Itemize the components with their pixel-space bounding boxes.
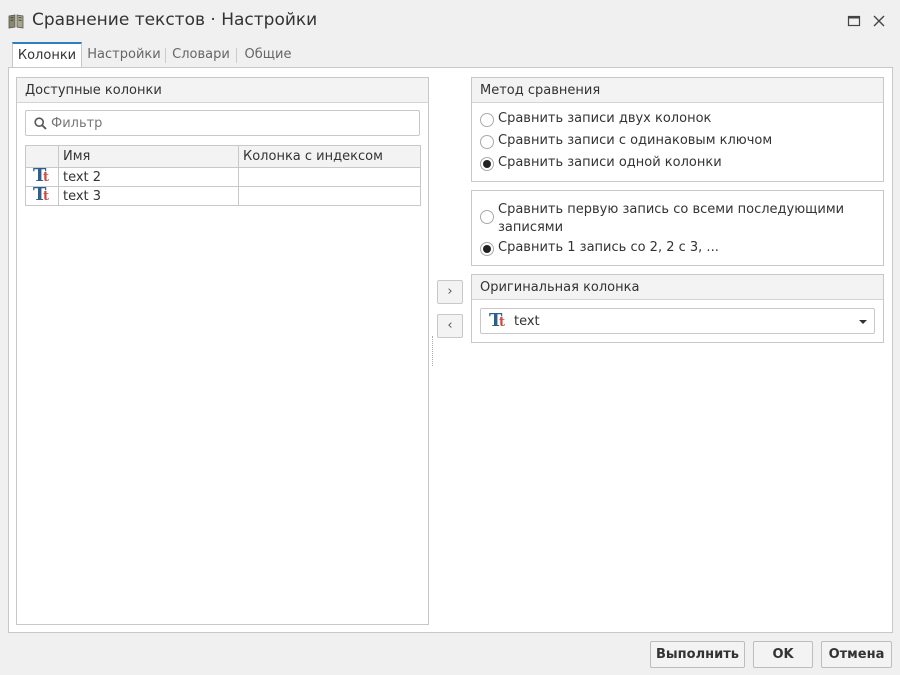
- tab-general[interactable]: Общие: [238, 42, 298, 69]
- maximize-icon[interactable]: [845, 12, 863, 30]
- tab-separator: [236, 48, 237, 63]
- text-type-icon: Tt: [489, 310, 506, 331]
- filter-input[interactable]: [51, 114, 411, 132]
- type-cell: Tt: [25, 186, 59, 206]
- dropdown-value: text: [514, 314, 540, 329]
- tab-columns[interactable]: Колонки: [12, 42, 82, 70]
- column-header-index[interactable]: Колонка с индексом: [238, 145, 421, 168]
- run-button[interactable]: Выполнить: [650, 641, 745, 668]
- tab-dictionaries[interactable]: Словари: [167, 42, 235, 69]
- original-column-header: Оригинальная колонка: [472, 275, 883, 300]
- text-type-icon: Tt: [33, 186, 50, 205]
- text-type-icon: Tt: [33, 167, 50, 186]
- add-column-button[interactable]: ›: [437, 280, 463, 304]
- comparison-method-panel: Метод сравнения Сравнить записи двух кол…: [471, 77, 884, 182]
- table-header-row: Имя Колонка с индексом: [25, 145, 421, 168]
- comparison-method-header: Метод сравнения: [472, 78, 883, 103]
- radio-button-checked[interactable]: [480, 157, 494, 171]
- radio-label: Сравнить записи с одинаковым ключом: [498, 133, 773, 148]
- index-column-cell[interactable]: [238, 167, 421, 187]
- available-columns-header: Доступные колонки: [17, 78, 428, 103]
- table-row[interactable]: Tt text 3: [25, 186, 421, 206]
- search-icon: [34, 117, 47, 130]
- column-header-name[interactable]: Имя: [58, 145, 239, 168]
- radio-label: Сравнить записи двух колонок: [498, 111, 712, 126]
- close-icon[interactable]: [870, 12, 888, 30]
- radio-button-checked[interactable]: [480, 242, 494, 256]
- table-row[interactable]: Tt text 2: [25, 167, 421, 187]
- tab-label: Настройки: [87, 47, 161, 62]
- cancel-button[interactable]: Отмена: [821, 641, 892, 668]
- record-mode-panel: Сравнить первую запись со всеми последую…: [471, 190, 884, 266]
- name-cell: text 2: [58, 167, 239, 187]
- tab-separator: [165, 48, 166, 63]
- remove-column-button[interactable]: ‹: [437, 314, 463, 338]
- name-cell: text 3: [58, 186, 239, 206]
- tab-label: Общие: [244, 47, 292, 62]
- window-title: Сравнение текстов · Настройки: [32, 10, 318, 30]
- radio-button[interactable]: [480, 210, 494, 224]
- book-compare-icon: [8, 14, 24, 29]
- title-bar: Сравнение текстов · Настройки: [0, 0, 900, 42]
- index-column-cell[interactable]: [238, 186, 421, 206]
- chevron-down-icon[interactable]: [859, 320, 867, 324]
- radio-label: Сравнить 1 запись со 2, 2 с 3, ...: [498, 240, 719, 255]
- available-columns-panel: Доступные колонки Имя Колонка с индексом…: [16, 77, 429, 625]
- radio-button[interactable]: [480, 135, 494, 149]
- radio-label: Сравнить первую запись со всеми последую…: [498, 202, 845, 235]
- type-cell: Tt: [25, 167, 59, 187]
- original-column-dropdown[interactable]: Tt text: [480, 308, 875, 334]
- radio-label: Сравнить записи одной колонки: [498, 155, 722, 170]
- tab-label: Словари: [172, 47, 230, 62]
- splitter-handle[interactable]: [432, 336, 433, 366]
- column-header-type: [25, 145, 59, 168]
- ok-button[interactable]: OK: [753, 641, 813, 668]
- tab-settings[interactable]: Настройки: [84, 42, 164, 69]
- tab-label: Колонки: [17, 48, 77, 63]
- filter-box[interactable]: [25, 110, 420, 136]
- original-column-panel: Оригинальная колонка Tt text: [471, 274, 884, 343]
- radio-button[interactable]: [480, 113, 494, 127]
- columns-table: Имя Колонка с индексом Tt text 2 Tt text…: [25, 145, 421, 206]
